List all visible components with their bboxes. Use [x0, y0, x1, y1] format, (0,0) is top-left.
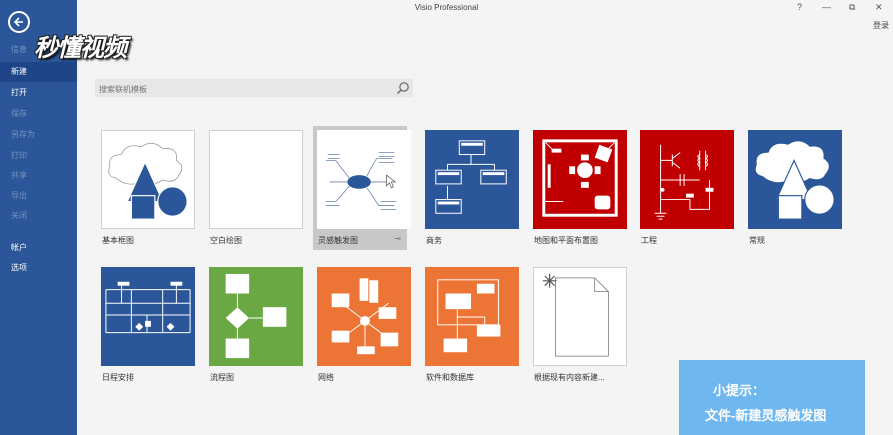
nav-account[interactable]: 帐户	[0, 238, 77, 258]
template-label: 地图和平面布置图	[534, 236, 598, 245]
nav-new[interactable]: 新建	[0, 62, 77, 82]
software-database-thumbnail	[425, 267, 519, 366]
template-software-database[interactable]: 软件和数据库	[425, 267, 519, 383]
template-brainstorming[interactable]: 灵感触发图 ⊸	[313, 126, 411, 250]
template-flowchart[interactable]: 流程图	[209, 267, 303, 383]
nav-print[interactable]: 打印	[0, 146, 77, 166]
template-engineering[interactable]: 工程	[640, 130, 734, 246]
close-button[interactable]: ✕	[875, 2, 883, 13]
minimize-button[interactable]: —	[822, 2, 831, 12]
template-business[interactable]: 商务	[425, 130, 519, 246]
network-thumbnail	[317, 267, 411, 366]
template-basic-diagram[interactable]: 基本框图	[101, 130, 195, 246]
nav-close[interactable]: 关闭	[0, 206, 77, 226]
blank-drawing-thumbnail	[209, 130, 303, 229]
backstage-sidebar: 信息 新建 打开 保存 另存为 打印 共享 导出 关闭 帐户 选项	[0, 0, 77, 435]
flowchart-thumbnail	[209, 267, 303, 366]
search-input[interactable]	[95, 80, 385, 99]
help-button[interactable]: ?	[797, 2, 802, 12]
maps-floorplans-thumbnail	[533, 130, 627, 229]
template-maps-floorplans[interactable]: 地图和平面布置图	[533, 130, 627, 246]
template-schedule[interactable]: 日程安排	[101, 267, 195, 383]
business-thumbnail	[425, 130, 519, 229]
nav-save[interactable]: 保存	[0, 104, 77, 124]
template-label: 空白绘图	[210, 236, 242, 245]
hint-text: 文件-新建灵感触发图	[705, 408, 827, 423]
template-label: 工程	[641, 236, 657, 245]
basic-diagram-thumbnail	[101, 130, 195, 229]
template-from-existing[interactable]: 根据现有内容新建...	[533, 267, 627, 383]
template-label: 基本框图	[102, 236, 134, 245]
template-label: 常规	[749, 236, 765, 245]
nav-options[interactable]: 选项	[0, 258, 77, 278]
template-label: 流程图	[210, 373, 234, 382]
back-button[interactable]	[8, 11, 30, 33]
nav-share[interactable]: 共享	[0, 166, 77, 186]
template-network[interactable]: 网络	[317, 267, 411, 383]
hint-title: 小提示：	[713, 383, 766, 398]
template-blank-drawing[interactable]: 空白绘图	[209, 130, 303, 246]
template-general[interactable]: 常规	[748, 130, 842, 246]
search-box	[95, 79, 413, 99]
search-icon[interactable]	[396, 81, 410, 95]
template-label: 商务	[426, 236, 442, 245]
template-label: 网络	[318, 373, 334, 382]
template-label: 灵感触发图	[318, 236, 358, 245]
arrow-left-icon	[13, 17, 23, 27]
nav-save-as[interactable]: 另存为	[0, 125, 77, 145]
template-label: 根据现有内容新建...	[534, 373, 605, 382]
brainstorming-thumbnail	[317, 130, 411, 229]
signin-link[interactable]: 登录	[873, 20, 889, 31]
template-label: 软件和数据库	[426, 373, 474, 382]
nav-open[interactable]: 打开	[0, 83, 77, 103]
template-label: 日程安排	[102, 373, 134, 382]
watermark-logo: 秒懂视频	[34, 35, 127, 62]
app-title: Visio Professional	[414, 3, 479, 12]
hint-box: 小提示： 文件-新建灵感触发图	[679, 360, 865, 435]
nav-export[interactable]: 导出	[0, 186, 77, 206]
restore-button[interactable]: ⧉	[849, 2, 855, 13]
schedule-thumbnail	[101, 267, 195, 366]
general-thumbnail	[748, 130, 842, 229]
pin-icon[interactable]: ⊸	[394, 234, 401, 243]
engineering-thumbnail	[640, 130, 734, 229]
from-existing-thumbnail	[533, 267, 627, 366]
